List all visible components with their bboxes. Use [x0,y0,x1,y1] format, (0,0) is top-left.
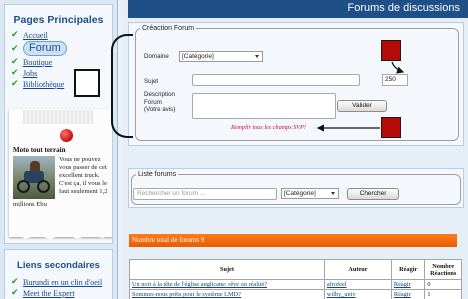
bike-wheel-shape [37,180,50,193]
secondary-nav: ✔ Burundi en un clin d'oeil ✔ Meet the Exp… [11,277,112,298]
annotation-box [74,69,100,97]
forums-table: Sujet Auteur Réagir Nombre Réactions Un … [129,259,462,299]
ad-note[interactable]: Moto tout terrain Vous ne pouvez vous pa… [9,109,112,240]
col-react: Réagir [390,259,426,280]
nav-link-accueil[interactable]: Accueil [23,31,48,40]
sidebar: Pages Principales ✔ Accueil ✔ Forum ✔ Bouti… [0,0,118,299]
nav-item-forum: ✔ Forum [11,41,112,56]
nav-item-accueil: ✔ Accueil [11,30,112,40]
forum-subject-link[interactable]: Un noir à la tête de l'église anglicane:… [129,279,325,290]
check-icon: ✔ [11,68,19,78]
domain-label: Domaine [144,53,169,60]
check-icon: ✔ [11,57,19,67]
secondary-links-box: Liens secondaires ✔ Burundi en un clin d'… [4,249,113,299]
ad-title: Moto tout terrain [13,146,66,154]
check-icon: ✔ [11,288,19,298]
main-pages-title: Pages Principales [13,14,104,26]
secondary-link-expert[interactable]: Meet the Expert [23,289,75,298]
subject-input[interactable] [192,74,360,86]
col-subject: Sujet [129,259,325,280]
domain-select[interactable]: [Catégorie] [179,51,263,62]
category-select[interactable]: [Catégorie] [281,188,339,199]
nav-link-forum[interactable]: Forum [23,41,67,56]
secondary-link-burundi[interactable]: Burundi en un clin d'oeil [23,278,102,287]
validate-button[interactable]: Valider [337,100,387,112]
check-icon: ✔ [11,30,19,40]
category-select-value: [Catégorie] [284,190,316,197]
check-icon: ✔ [11,43,19,54]
col-reaction-count: Nombre Réactions [424,259,462,280]
dropdown-arrow-icon [255,55,259,58]
total-forums-bar: Nombre total de forums 9 [129,234,457,247]
table-row: Un noir à la tête de l'église anglicane:… [129,279,462,290]
motorbike-image[interactable] [13,156,55,199]
nav-link-bibliotheque[interactable]: Bibliothèque [23,80,64,89]
main-pages-box: Pages Principales ✔ Accueil ✔ Forum ✔ Bouti… [4,4,113,244]
create-forum-legend: Créaction Forum [142,25,195,32]
bike-wheel-shape [17,180,30,193]
nav-link-jobs[interactable]: Jobs [23,69,37,78]
char-counter: 250 [382,74,408,86]
dropdown-arrow-icon [331,192,335,195]
forum-page: Pages Principales ✔ Accueil ✔ Forum ✔ Bouti… [0,0,468,299]
secondary-item: ✔ Meet the Expert [11,288,112,298]
search-button[interactable]: Chercher [347,188,399,200]
list-forum-legend: Liste forums [138,171,177,178]
nav-link-boutique[interactable]: Boutique [23,58,52,67]
nav-item-boutique: ✔ Boutique [11,57,112,67]
ad-text: Vous ne pouvez vous passer de cet excell… [59,156,108,195]
main-content: Forums de discussions Créaction Forum Do… [122,0,468,299]
check-icon: ✔ [11,79,19,89]
tape-decoration [23,110,93,124]
torn-edge [9,227,112,240]
domain-select-value: [Catégorie] [182,53,214,60]
push-pin-icon [60,129,73,142]
forum-author-link[interactable]: afrofeel [323,279,392,290]
table-row: Sommes-nous prêts pour le système LMD? w… [129,289,462,299]
table-header-row: Sujet Auteur Réagir Nombre Réactions [129,259,462,280]
description-textarea[interactable] [192,93,336,119]
annotation-bracket [111,34,133,138]
col-author: Auteur [323,259,392,280]
annotation-marker [381,117,401,138]
secondary-item: ✔ Burundi en un clin d'oeil [11,277,112,287]
forum-author-link[interactable]: wilby_univ [323,289,392,299]
list-panel: Liste forums Rechercher un forum ... [Ca… [128,168,464,208]
react-link[interactable]: Réagir [390,279,426,290]
ad-price: millions Ebu [13,201,47,208]
forum-subject-link[interactable]: Sommes-nous prêts pour le système LMD? [129,289,325,299]
page-header: Forums de discussions [128,0,468,18]
annotation-marker [381,40,401,61]
warning-message: Remplir tous les champs SVP! [231,124,306,131]
check-icon: ✔ [11,277,19,287]
secondary-links-title: Liens secondaires [17,260,100,271]
description-label: Description Forum (Votre avis) [144,91,176,113]
reaction-count: 1 [424,289,462,299]
create-panel: Créaction Forum Domaine [Catégorie] Suje… [128,22,464,146]
subject-label: Sujet [144,78,159,85]
react-link[interactable]: Réagir [390,289,426,299]
reaction-count: 0 [424,279,462,290]
forum-search-input[interactable]: Rechercher un forum ... [133,188,277,200]
